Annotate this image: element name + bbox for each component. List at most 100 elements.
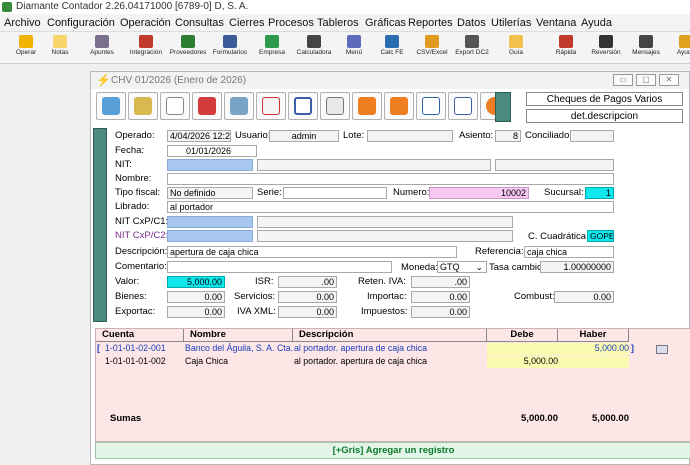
fel-button[interactable] xyxy=(416,92,446,120)
new-button[interactable] xyxy=(160,92,190,120)
numero-label: Numero: xyxy=(393,187,430,198)
list-button[interactable] xyxy=(448,92,478,120)
toolbar-button-calc-fe[interactable]: Calc FE xyxy=(370,34,414,62)
delete-button[interactable] xyxy=(224,92,254,120)
menu-datos[interactable]: Datos xyxy=(457,14,486,32)
table-row[interactable]: 1-01-01-01-002 Caja Chica al portador. a… xyxy=(96,356,636,368)
notes-icon xyxy=(53,35,67,48)
combust-label: Combust: xyxy=(514,291,555,302)
toolbar-button-guide[interactable]: Guía xyxy=(494,34,538,62)
add-record-button[interactable]: [+Gris] Agregar un registro xyxy=(95,442,690,459)
col-nombre[interactable]: Nombre xyxy=(184,329,293,342)
col-debe[interactable]: Debe xyxy=(487,329,558,342)
toolbar-label: Mensajes xyxy=(632,49,660,56)
integration-icon xyxy=(139,35,153,48)
close-button[interactable]: ✕ xyxy=(659,74,679,86)
toolbar-button-forms[interactable]: Formularios xyxy=(208,34,252,62)
nit-field[interactable] xyxy=(167,159,253,171)
row-edit-icon[interactable] xyxy=(656,345,668,354)
forms-icon xyxy=(223,35,237,48)
menu-procesos[interactable]: Procesos xyxy=(268,14,314,32)
menu-bar: Archivo Configuración Operación Consulta… xyxy=(0,14,690,32)
app-title-bar: Diamante Contador 2.26.04171000 [6789-0]… xyxy=(0,0,690,14)
ledger-icon xyxy=(95,35,109,48)
toolbar-label: Proveedores xyxy=(169,49,207,56)
toolbar-button-rocket[interactable]: Rápida xyxy=(544,34,588,62)
export-button[interactable] xyxy=(128,92,158,120)
refresh-icon xyxy=(265,35,279,48)
valor-field[interactable]: 5,000.00 xyxy=(167,276,225,288)
menu-operacion[interactable]: Operación xyxy=(120,14,171,32)
print-button[interactable] xyxy=(352,92,382,120)
tray-icon xyxy=(134,97,152,115)
fecha-field[interactable]: 01/01/2026 xyxy=(167,145,257,157)
chevron-down-icon: ⌄ xyxy=(475,262,483,272)
menu-ventana[interactable]: Ventana xyxy=(536,14,576,32)
menu-tableros[interactable]: Tableros xyxy=(317,14,359,32)
numero-field[interactable]: 10002 xyxy=(429,187,529,199)
lote-field[interactable] xyxy=(367,130,453,142)
toolbar-button-csv-excel[interactable]: CSV/Excel xyxy=(410,34,454,62)
copy-button[interactable] xyxy=(320,92,350,120)
toolbar-button-help[interactable]: Ayuda xyxy=(664,34,690,62)
menu-ayuda[interactable]: Ayuda xyxy=(581,14,612,32)
toolbar-button-ledger[interactable]: Apuntes xyxy=(80,34,124,62)
moneda-select[interactable]: GTQ ⌄ xyxy=(437,261,487,273)
toolbar-button-export[interactable]: Export DC2 xyxy=(450,34,494,62)
menu-cierres[interactable]: Cierres xyxy=(229,14,264,32)
nit-cxp-c1-field[interactable] xyxy=(167,216,253,228)
table-row[interactable]: [ 1-01-01-02-001 Banco del Águila, S. A.… xyxy=(96,343,636,355)
menu-utilerias[interactable]: Utilerías xyxy=(491,14,531,32)
guide-icon xyxy=(509,35,523,48)
col-cuenta[interactable]: Cuenta xyxy=(96,329,184,342)
cell-nombre: Banco del Águila, S. A. Cta. xyxy=(185,343,293,353)
sucursal-field[interactable]: 1 xyxy=(585,187,614,199)
comentario-field[interactable] xyxy=(167,261,392,273)
tasa-label: Tasa cambio: xyxy=(489,262,545,273)
toolbar-button-refresh[interactable]: Empresa xyxy=(250,34,294,62)
help-icon xyxy=(679,35,690,48)
toolbar-label: Integración xyxy=(129,49,163,56)
nit-extra-field xyxy=(495,159,614,171)
toolbar-button-integration[interactable]: Integración xyxy=(124,34,168,62)
printer-icon xyxy=(358,97,376,115)
toolbar-label: Calculadora xyxy=(296,49,332,56)
receive-button[interactable] xyxy=(96,92,126,120)
check-window: ⚡ CHV 01/2026 (Enero de 2026) ▭ ▢ ✕ Cheq… xyxy=(90,71,690,465)
nit-cxp-c2-field[interactable] xyxy=(167,230,253,242)
toolbar-label: Guía xyxy=(508,49,524,56)
exportac-label: Exportac: xyxy=(115,306,156,317)
toolbar-button-notes[interactable]: Notas xyxy=(38,34,82,62)
toolbar-button-calculator[interactable]: Calculadora xyxy=(292,34,336,62)
grid-button[interactable] xyxy=(288,92,318,120)
copy-icon xyxy=(326,97,344,115)
menu-reportes[interactable]: Reportes xyxy=(408,14,453,32)
c-cuadratica-field[interactable]: GOPE xyxy=(587,230,614,242)
col-haber[interactable]: Haber xyxy=(558,329,629,342)
window-title: CHV 01/2026 (Enero de 2026) xyxy=(111,75,247,86)
servicios-field: 0.00 xyxy=(278,291,337,303)
maximize-button[interactable]: ▢ xyxy=(636,74,656,86)
referencia-field[interactable]: caja chica xyxy=(524,246,614,258)
descripcion-field[interactable]: apertura de caja chica xyxy=(167,246,457,258)
serie-field[interactable] xyxy=(283,187,387,199)
edit-button[interactable] xyxy=(192,92,222,120)
col-descripcion[interactable]: Descripción xyxy=(293,329,487,342)
menu-consultas[interactable]: Consultas xyxy=(175,14,224,32)
menu-graficas[interactable]: Gráficas xyxy=(365,14,406,32)
print-check-button[interactable] xyxy=(384,92,414,120)
librado-field[interactable]: al portador xyxy=(167,201,614,213)
toolbar-button-binoculars[interactable]: Reversión xyxy=(584,34,628,62)
conciliado-field xyxy=(570,130,614,142)
menu-archivo[interactable]: Archivo xyxy=(4,14,41,32)
conciliado-label: Conciliado: xyxy=(525,130,572,141)
cancel-button[interactable] xyxy=(256,92,286,120)
minimize-button[interactable]: ▭ xyxy=(613,74,633,86)
rocket-icon xyxy=(559,35,573,48)
menu-configuracion[interactable]: Configuración xyxy=(47,14,115,32)
tipo-fiscal-field: No definido xyxy=(167,187,253,199)
toolbar-button-messages[interactable]: Mensajes xyxy=(624,34,668,62)
nombre-field[interactable] xyxy=(167,173,614,185)
lightning-icon xyxy=(19,35,33,48)
toolbar-button-providers[interactable]: Proveedores xyxy=(166,34,210,62)
